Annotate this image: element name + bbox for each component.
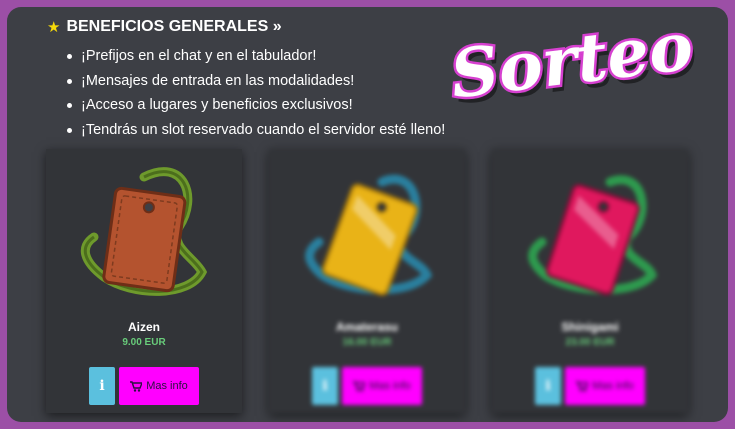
cart-icon: [576, 380, 589, 392]
more-info-button[interactable]: Mas info: [119, 367, 199, 405]
benefits-list: ¡Prefijos en el chat y en el tabulador! …: [47, 44, 445, 142]
more-info-button[interactable]: Mas info: [342, 367, 422, 405]
benefit-item: ¡Acceso a lugares y beneficios exclusivo…: [47, 93, 445, 118]
cart-icon: [130, 380, 143, 392]
svg-text:Sorteo: Sorteo: [446, 11, 697, 114]
product-name: Shinigami: [561, 320, 619, 334]
benefits-heading: ★ BENEFICIOS GENERALES »: [47, 18, 445, 36]
more-info-button[interactable]: Mas info: [565, 367, 645, 405]
product-price: 23.00 EUR: [565, 337, 615, 348]
info-icon: i: [322, 378, 328, 394]
benefit-item: ¡Prefijos en el chat y en el tabulador!: [47, 44, 445, 69]
info-icon: i: [545, 378, 551, 394]
benefits-section: ★ BENEFICIOS GENERALES » ¡Prefijos en el…: [47, 18, 445, 142]
product-card: Amaterasu 16.00 EUR i Mas info: [269, 149, 465, 413]
gold-tag-icon: [305, 174, 433, 296]
cart-icon: [353, 380, 366, 392]
product-card: Shinigami 23.00 EUR i Mas info: [492, 149, 688, 413]
info-button[interactable]: i: [89, 367, 115, 405]
product-name: Amaterasu: [335, 320, 399, 334]
benefit-item: ¡Mensajes de entrada en las modalidades!: [47, 69, 445, 94]
sorteo-logo: Sorteo Sorteo: [444, 11, 701, 120]
star-icon: ★: [47, 19, 61, 36]
product-price: 16.00 EUR: [342, 337, 392, 348]
product-price: 9.00 EUR: [122, 337, 166, 348]
more-info-label: Mas info: [592, 380, 634, 392]
more-info-label: Mas info: [146, 380, 188, 392]
product-name: Aizen: [127, 320, 160, 334]
leather-tag-icon: [80, 167, 208, 296]
more-info-label: Mas info: [369, 380, 411, 392]
product-card: Aizen 9.00 EUR i Mas info: [46, 149, 242, 413]
benefits-panel: ★ BENEFICIOS GENERALES » ¡Prefijos en el…: [7, 7, 728, 422]
info-button[interactable]: i: [312, 367, 338, 405]
crimson-tag-icon: [528, 175, 658, 296]
benefit-item: ¡Tendrás un slot reservado cuando el ser…: [47, 118, 445, 143]
benefits-title: BENEFICIOS GENERALES »: [66, 18, 282, 35]
info-icon: i: [99, 378, 105, 394]
info-button[interactable]: i: [535, 367, 561, 405]
